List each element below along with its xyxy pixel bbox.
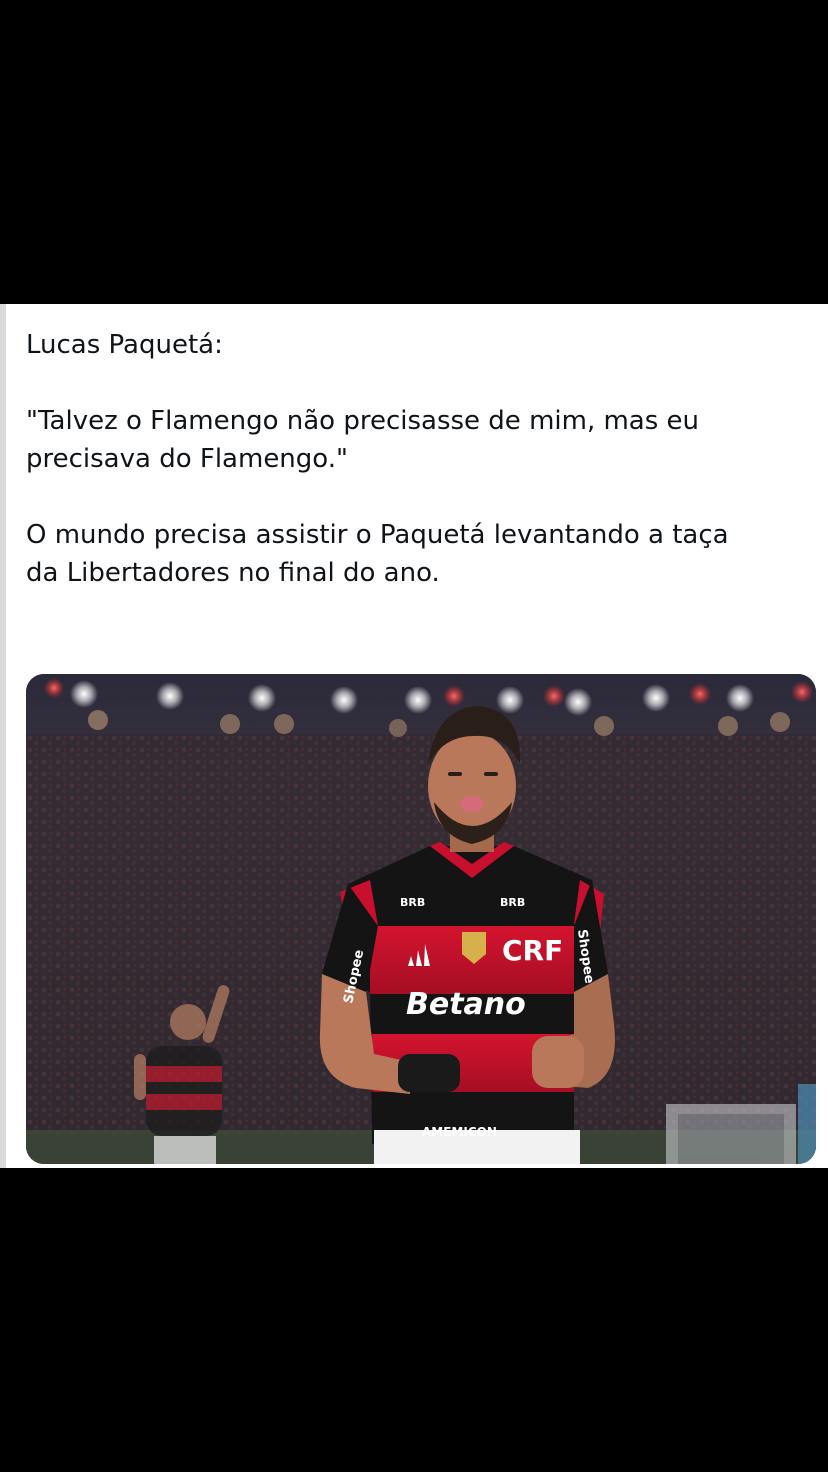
author-line: Lucas Paquetá: [26,330,223,360]
flamengo-crest-icon: CRF [502,934,563,967]
screen: Lucas Paquetá: "Talvez o Flamengo não pr… [0,0,828,1472]
post-card: Lucas Paquetá: "Talvez o Flamengo não pr… [0,304,828,1168]
bottom-black-bar [0,1168,828,1472]
lower-sponsor: AMEMICON [422,1125,497,1139]
photo-illustration: BRB BRB CRF Betano Shopee Shopee AMEMICO… [26,674,816,1164]
quote-paragraph: "Talvez o Flamengo não precisasse de mim… [26,402,806,478]
chest-sponsor-left: BRB [400,896,425,909]
goal-net [666,1104,796,1164]
quote-line-1: "Talvez o Flamengo não precisasse de mim… [26,406,700,436]
post-text: Lucas Paquetá: "Talvez o Flamengo não pr… [26,326,806,592]
card-left-edge [0,304,6,1168]
comment-paragraph: O mundo precisa assistir o Paquetá levan… [26,516,806,592]
comment-line-2: da Libertadores no final do ano. [26,558,440,588]
quote-line-2: precisava do Flamengo." [26,444,348,474]
main-sponsor: Betano [406,987,526,1022]
top-black-bar [0,0,828,304]
comment-line-1: O mundo precisa assistir o Paquetá levan… [26,520,729,550]
chest-sponsor-right: BRB [500,896,525,909]
svg-text:CRF: CRF [502,934,563,967]
post-photo[interactable]: BRB BRB CRF Betano Shopee Shopee AMEMICO… [26,674,816,1164]
